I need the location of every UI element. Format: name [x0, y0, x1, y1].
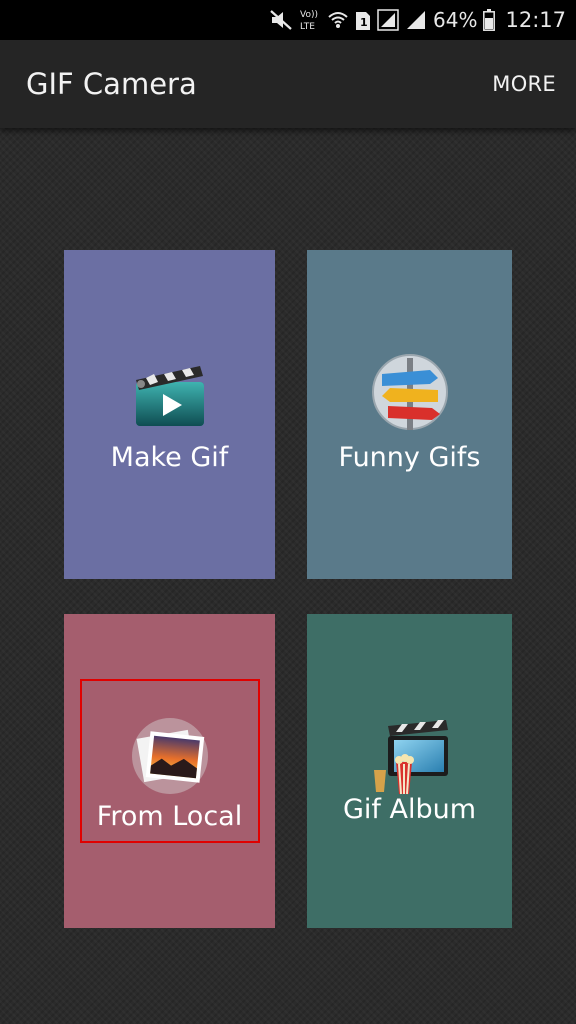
signpost-icon [368, 350, 452, 434]
gif-album-label: Gif Album [342, 794, 477, 825]
signal-icon [377, 9, 399, 31]
sim1-icon: 1 [355, 9, 371, 31]
clapperboard-popcorn-icon [368, 712, 452, 796]
app-bar: GIF Camera MORE [0, 40, 576, 128]
svg-text:1: 1 [360, 16, 368, 29]
app-title: GIF Camera [26, 67, 197, 101]
highlight-box [80, 679, 260, 843]
funny-gifs-tile[interactable]: Funny Gifs [307, 250, 512, 579]
status-icons: Vo)) LTE 1 64% 12:17 [269, 0, 566, 40]
gif-album-tile[interactable]: Gif Album [307, 614, 512, 928]
wifi-icon [327, 9, 349, 31]
volte-icon: Vo)) LTE [299, 7, 321, 33]
battery-percent: 64% [433, 8, 478, 32]
make-gif-label: Make Gif [110, 442, 229, 473]
mute-icon [269, 9, 293, 31]
signal-icon [405, 9, 427, 31]
clapperboard-play-icon [128, 352, 212, 436]
status-bar: Vo)) LTE 1 64% 12:17 [0, 0, 576, 40]
battery-icon [483, 9, 496, 31]
svg-text:Vo)): Vo)) [300, 10, 318, 20]
clock: 12:17 [505, 8, 566, 32]
make-gif-tile[interactable]: Make Gif [64, 250, 275, 579]
more-button[interactable]: MORE [492, 40, 556, 128]
svg-text:LTE: LTE [300, 22, 315, 32]
funny-gifs-label: Funny Gifs [338, 442, 481, 473]
